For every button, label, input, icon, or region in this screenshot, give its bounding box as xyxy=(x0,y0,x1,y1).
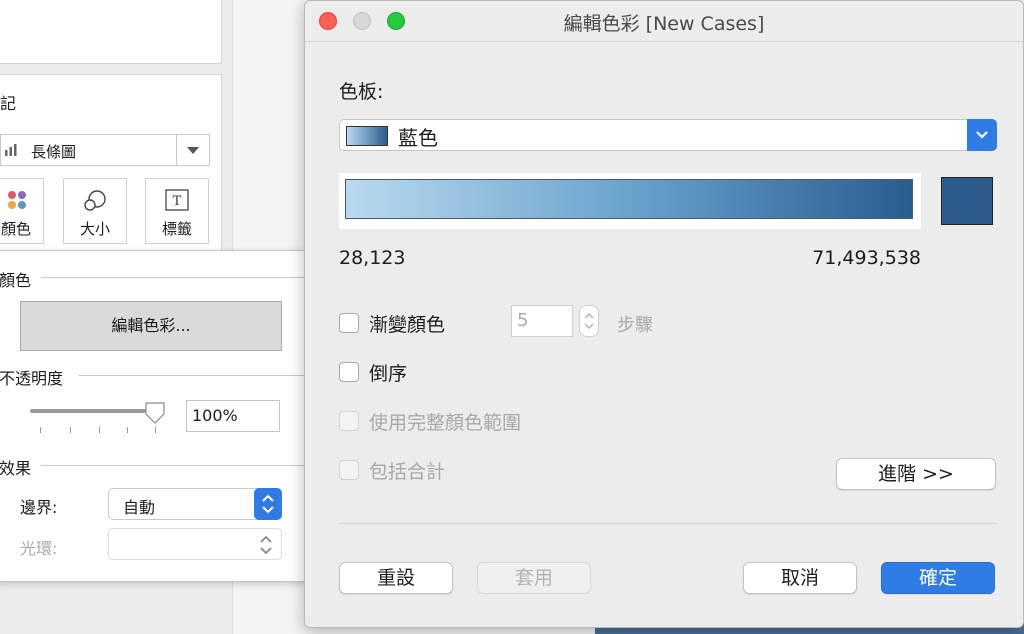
text-label-icon: T xyxy=(165,189,189,211)
size-mark-label: 大小 xyxy=(79,220,110,238)
reversed-label: 倒序 xyxy=(369,363,408,385)
halo-label: 光環: xyxy=(20,539,58,558)
updown-chevron-icon xyxy=(260,535,272,555)
slider-tick xyxy=(155,427,156,433)
stepped-color-checkbox[interactable] xyxy=(339,313,359,333)
steps-input[interactable]: 5 xyxy=(511,305,573,337)
halo-select[interactable] xyxy=(108,528,282,560)
size-mark-button[interactable]: 大小 xyxy=(63,178,127,244)
divider xyxy=(339,523,997,524)
reversed-checkbox[interactable] xyxy=(339,362,359,382)
palette-swatch xyxy=(346,126,388,146)
divider xyxy=(41,465,309,466)
color-section-title: 顏色 xyxy=(0,267,42,291)
border-value: 自動 xyxy=(123,498,156,517)
color-mark-button[interactable]: 顏色 xyxy=(0,178,44,244)
slider-tick xyxy=(127,427,128,433)
slider-tick xyxy=(70,427,71,433)
mark-type-label: 長條圖 xyxy=(31,143,77,161)
include-totals-label: 包括合計 xyxy=(369,461,446,483)
filters-card xyxy=(0,0,222,64)
chevron-down-icon[interactable] xyxy=(967,119,997,151)
label-mark-label: 標籤 xyxy=(161,220,192,238)
edit-colors-button[interactable]: 編輯色彩... xyxy=(20,301,282,351)
palette-select[interactable]: 藍色 xyxy=(339,119,997,151)
use-full-range-checkbox[interactable] xyxy=(339,411,359,431)
marks-card-title: 記 xyxy=(0,94,17,113)
color-mark-label: 顏色 xyxy=(1,220,32,238)
stepped-color-label: 漸變顏色 xyxy=(369,314,446,336)
include-totals-checkbox[interactable] xyxy=(339,460,359,480)
divider xyxy=(39,277,309,278)
label-mark-button[interactable]: T 標籤 xyxy=(145,178,209,244)
svg-text:T: T xyxy=(173,194,182,209)
color-ramp[interactable] xyxy=(345,179,913,219)
opacity-section-title: 不透明度 xyxy=(0,365,74,389)
chevron-down-icon[interactable] xyxy=(176,135,209,165)
cancel-button[interactable]: 取消 xyxy=(743,562,857,594)
border-label: 邊界: xyxy=(20,498,58,517)
apply-button[interactable]: 套用 xyxy=(477,562,591,594)
effects-section-title: 效果 xyxy=(0,455,42,479)
border-select[interactable]: 自動 xyxy=(108,488,282,520)
divider xyxy=(79,375,309,376)
color-dots-icon xyxy=(8,191,26,209)
ok-button[interactable]: 確定 xyxy=(881,562,995,594)
opacity-slider-track[interactable] xyxy=(30,409,152,413)
steps-label: 步驟 xyxy=(617,315,653,336)
dialog-title: 編輯色彩 [New Cases] xyxy=(563,13,765,35)
updown-chevron-icon xyxy=(584,312,594,330)
palette-value: 藍色 xyxy=(398,126,438,150)
updown-chevron-icon xyxy=(254,488,282,520)
opacity-slider-thumb[interactable] xyxy=(145,402,165,424)
slider-tick xyxy=(99,427,100,433)
edit-colors-dialog: 編輯色彩 [New Cases] 色板: 藍色 28,123 71,493,53… xyxy=(304,0,1024,628)
end-color-swatch[interactable] xyxy=(941,177,993,225)
ramp-max-value: 71,493,538 xyxy=(812,247,921,269)
opacity-input[interactable]: 100% xyxy=(186,400,280,432)
ramp-min-value: 28,123 xyxy=(339,247,406,269)
steps-stepper[interactable] xyxy=(579,305,599,337)
slider-tick xyxy=(40,427,41,433)
size-circles-icon xyxy=(84,190,106,211)
title-bar: 編輯色彩 [New Cases] xyxy=(305,1,1023,42)
bar-chart-icon xyxy=(5,144,17,156)
reset-button[interactable]: 重設 xyxy=(339,562,453,594)
mark-type-select[interactable]: 長條圖 xyxy=(0,134,210,166)
advanced-button[interactable]: 進階 >> xyxy=(836,458,996,490)
use-full-range-label: 使用完整顏色範圍 xyxy=(369,412,522,434)
palette-label: 色板: xyxy=(339,81,384,103)
